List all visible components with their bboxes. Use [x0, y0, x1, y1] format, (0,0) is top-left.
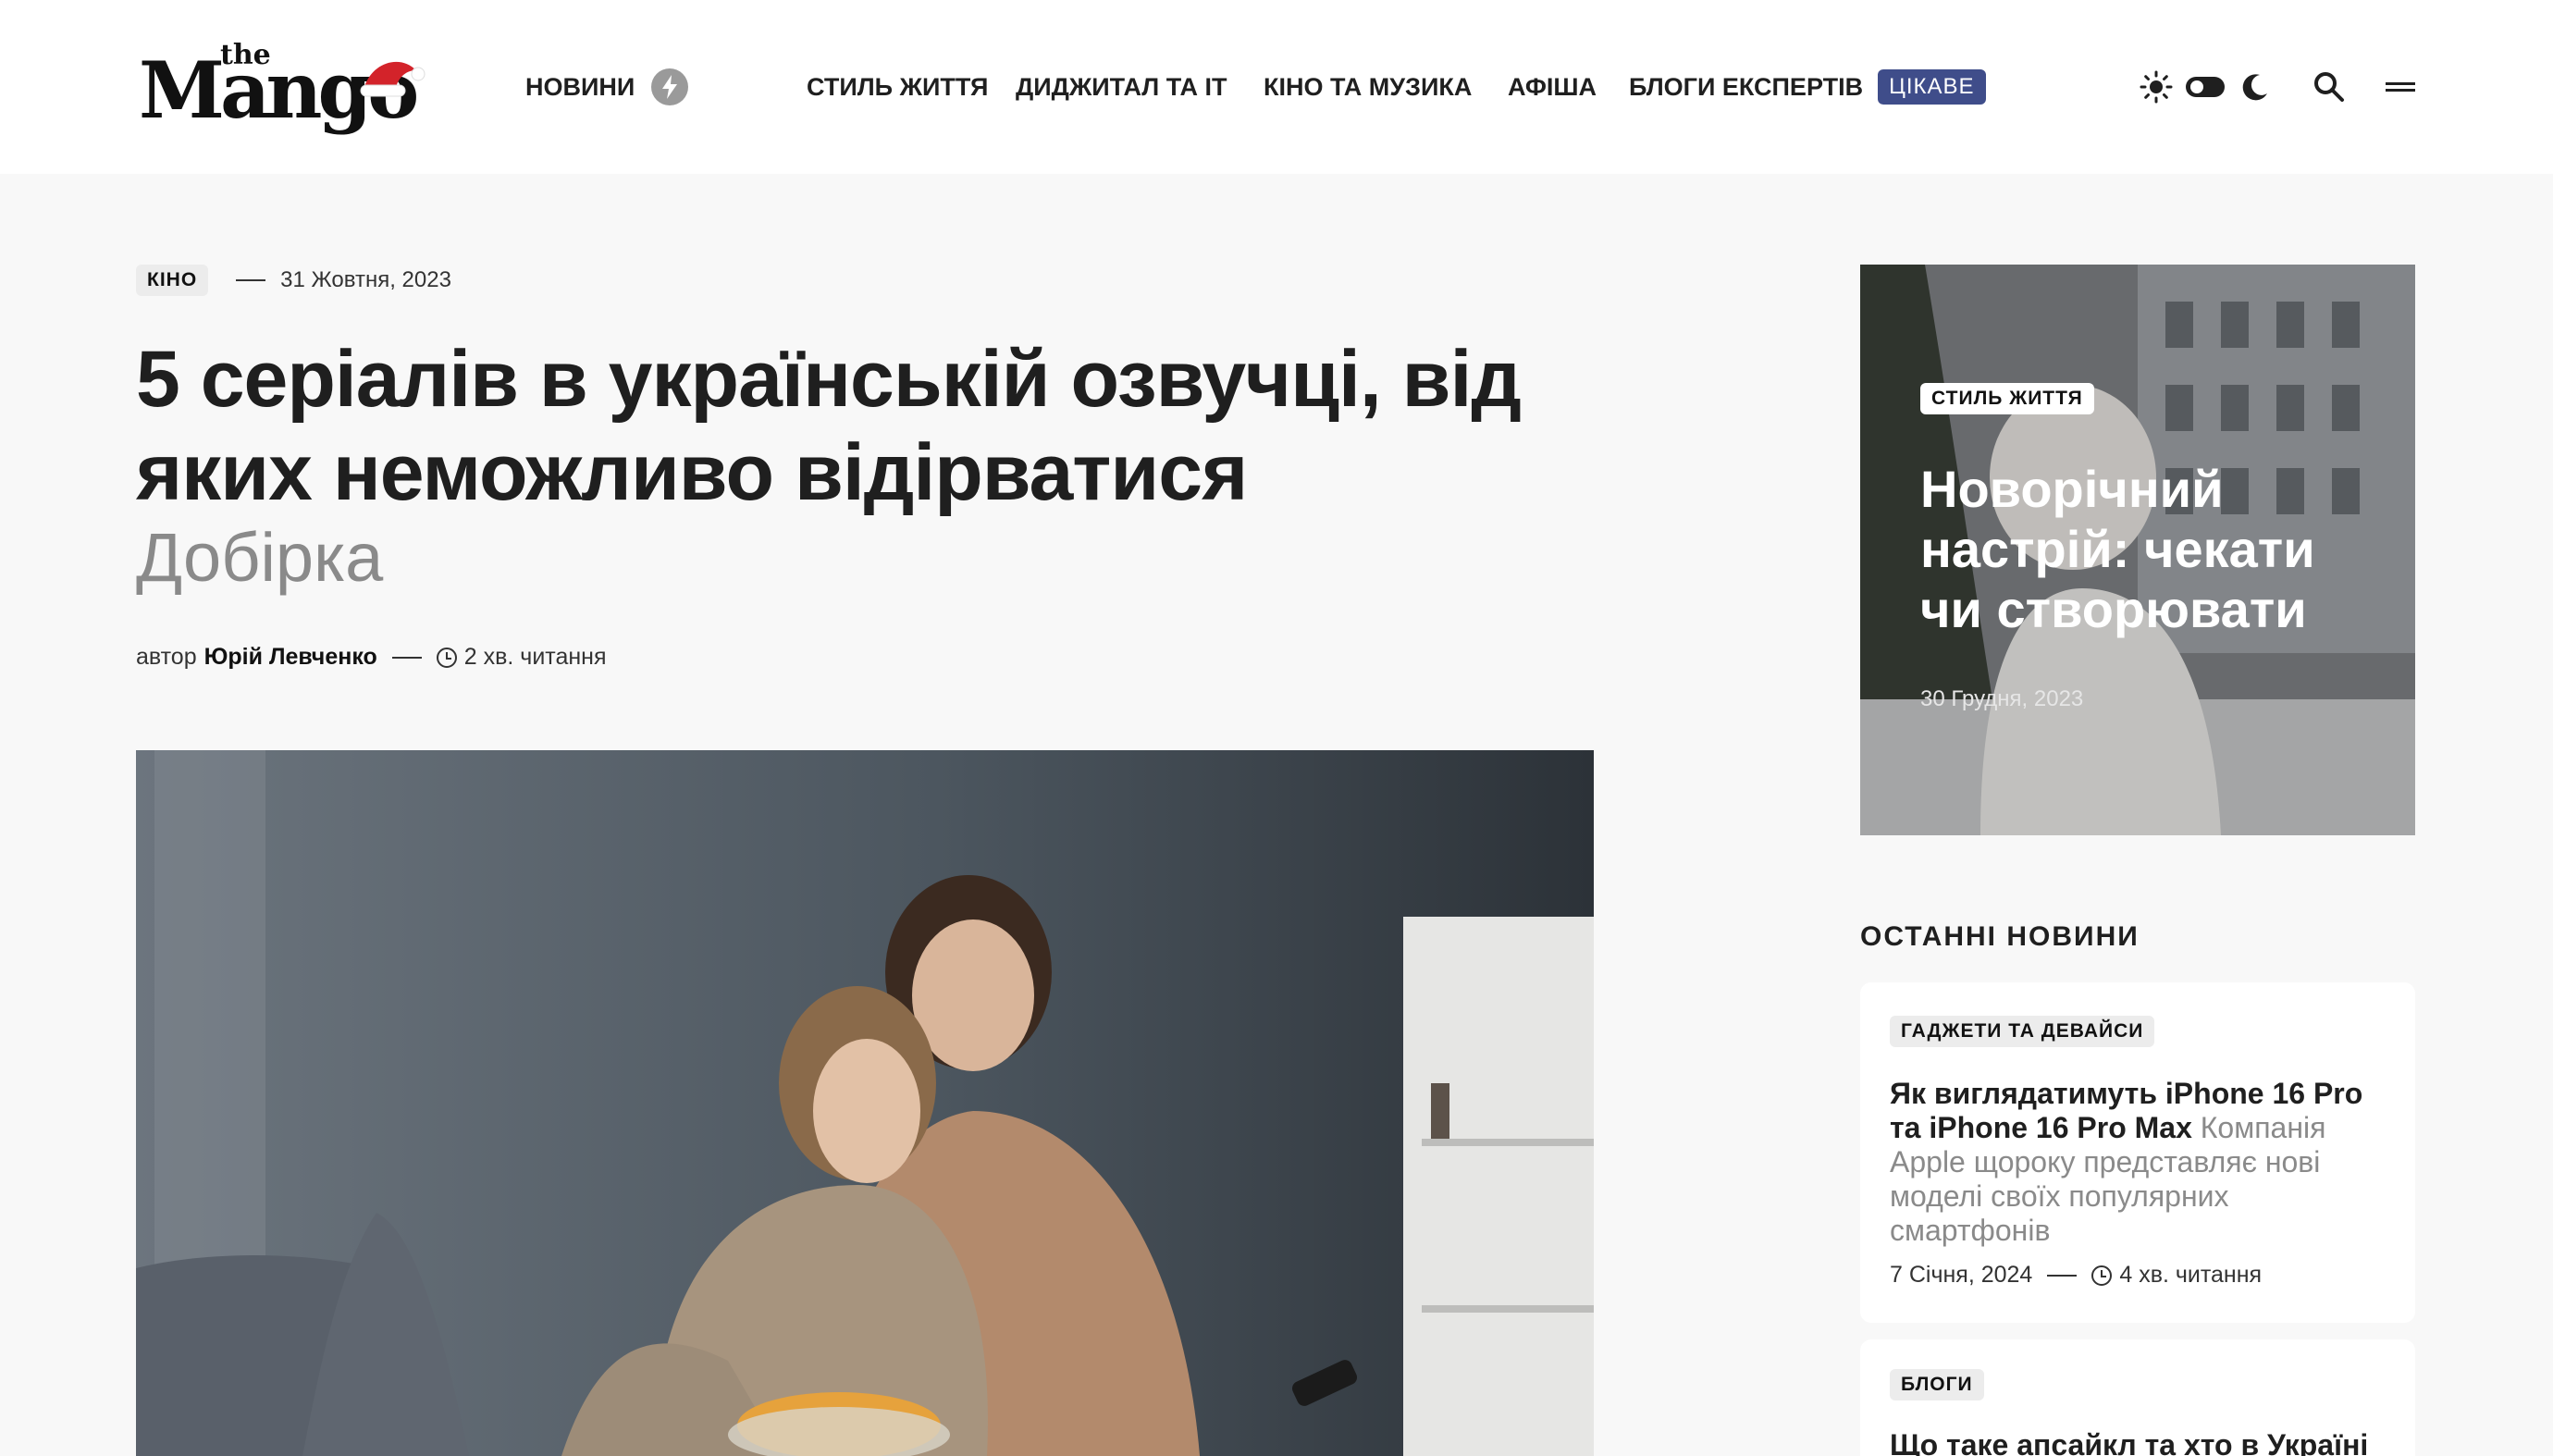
nav-item-lifestyle[interactable]: СТИЛЬ ЖИТТЯ — [807, 73, 988, 102]
moon-icon[interactable] — [2237, 68, 2274, 105]
menu-icon[interactable] — [2381, 72, 2420, 102]
latest-news-card[interactable]: ГАДЖЕТИ ТА ДЕВАЙСИ Як виглядатимуть iPho… — [1860, 982, 2415, 1323]
nav-item-afisha[interactable]: АФІША — [1508, 73, 1597, 102]
nav-news[interactable]: НОВИНИ — [525, 65, 689, 109]
card-date: 7 Січня, 2024 — [1890, 1262, 2033, 1288]
site-logo[interactable]: the Mango — [139, 35, 426, 135]
article-category-tag[interactable]: КІНО — [136, 265, 209, 296]
nav-digital[interactable]: ДИДЖИТАЛ ТА ІТ — [1016, 65, 1227, 109]
lightning-icon — [651, 68, 689, 105]
card-title[interactable]: Що таке апсайкл та хто в Україні — [1890, 1428, 2368, 1456]
nav-afisha[interactable]: АФІША — [1508, 65, 1597, 109]
card-category-tag[interactable]: БЛОГИ — [1890, 1369, 1984, 1400]
article-meta: КІНО 31 Жовтня, 2023 — [136, 265, 451, 296]
nav-item-expert-blogs[interactable]: БЛОГИ ЕКСПЕРТІВ — [1629, 73, 1863, 102]
theme-toggle[interactable] — [2185, 76, 2226, 98]
nav-cinema-music[interactable]: КІНО ТА МУЗИКА — [1264, 65, 1472, 109]
featured-title[interactable]: Новорічний настрій: чекати чи створювати — [1920, 459, 2383, 639]
card-meta-dash — [2047, 1274, 2078, 1277]
nav-expert-blogs[interactable]: БЛОГИ ЕКСПЕРТІВ ЦІКАВЕ — [1629, 65, 1986, 109]
byline-dash — [391, 656, 422, 659]
nav-lifestyle[interactable]: СТИЛЬ ЖИТТЯ — [807, 65, 988, 109]
card-category-tag[interactable]: ГАДЖЕТИ ТА ДЕВАЙСИ — [1890, 1016, 2155, 1047]
interesting-badge: ЦІКАВЕ — [1878, 69, 1986, 105]
search-icon[interactable] — [2309, 67, 2350, 107]
nav-item-cinema-music[interactable]: КІНО ТА МУЗИКА — [1264, 73, 1472, 102]
article-subtitle: Добірка — [136, 519, 384, 596]
clock-icon — [436, 647, 457, 668]
article-hero-image — [136, 750, 1594, 1456]
sun-icon[interactable] — [2137, 68, 2176, 106]
article-title: 5 серіалів в українській озвучці, від як… — [136, 335, 1522, 517]
featured-category-tag[interactable]: СТИЛЬ ЖИТТЯ — [1920, 383, 2094, 414]
card-meta: 7 Січня, 2024 4 хв. читання — [1890, 1262, 2262, 1289]
featured-post-card[interactable]: СТИЛЬ ЖИТТЯ Новорічний настрій: чекати ч… — [1860, 265, 2415, 835]
article-byline: автор Юрій Левченко 2 хв. читання — [136, 644, 607, 671]
read-time: 2 хв. читання — [463, 644, 607, 670]
nav-item-digital[interactable]: ДИДЖИТАЛ ТА ІТ — [1016, 73, 1227, 102]
author-link[interactable]: Юрій Левченко — [204, 644, 377, 671]
featured-date: 30 Грудня, 2023 — [1920, 686, 2084, 711]
card-read-time: 4 хв. читання — [2119, 1262, 2263, 1288]
meta-dash — [236, 279, 266, 281]
santa-hat-icon — [360, 61, 426, 97]
author-prefix: автор — [136, 644, 197, 670]
clock-icon — [2091, 1265, 2113, 1286]
site-header: the Mango НОВИНИ СТИЛЬ ЖИТТЯ ДИДЖИТАЛ ТА… — [0, 0, 2553, 174]
latest-news-card[interactable]: БЛОГИ Що таке апсайкл та хто в Україні — [1860, 1339, 2415, 1456]
nav-item-news[interactable]: НОВИНИ — [525, 73, 635, 102]
card-title-block[interactable]: Що таке апсайкл та хто в Україні — [1890, 1428, 2389, 1456]
card-title-block[interactable]: Як виглядатимуть iPhone 16 Pro та iPhone… — [1890, 1077, 2389, 1248]
article-date: 31 Жовтня, 2023 — [280, 267, 451, 292]
latest-news-heading: ОСТАННІ НОВИНИ — [1860, 921, 2140, 952]
hero-illustration — [136, 750, 1594, 1456]
